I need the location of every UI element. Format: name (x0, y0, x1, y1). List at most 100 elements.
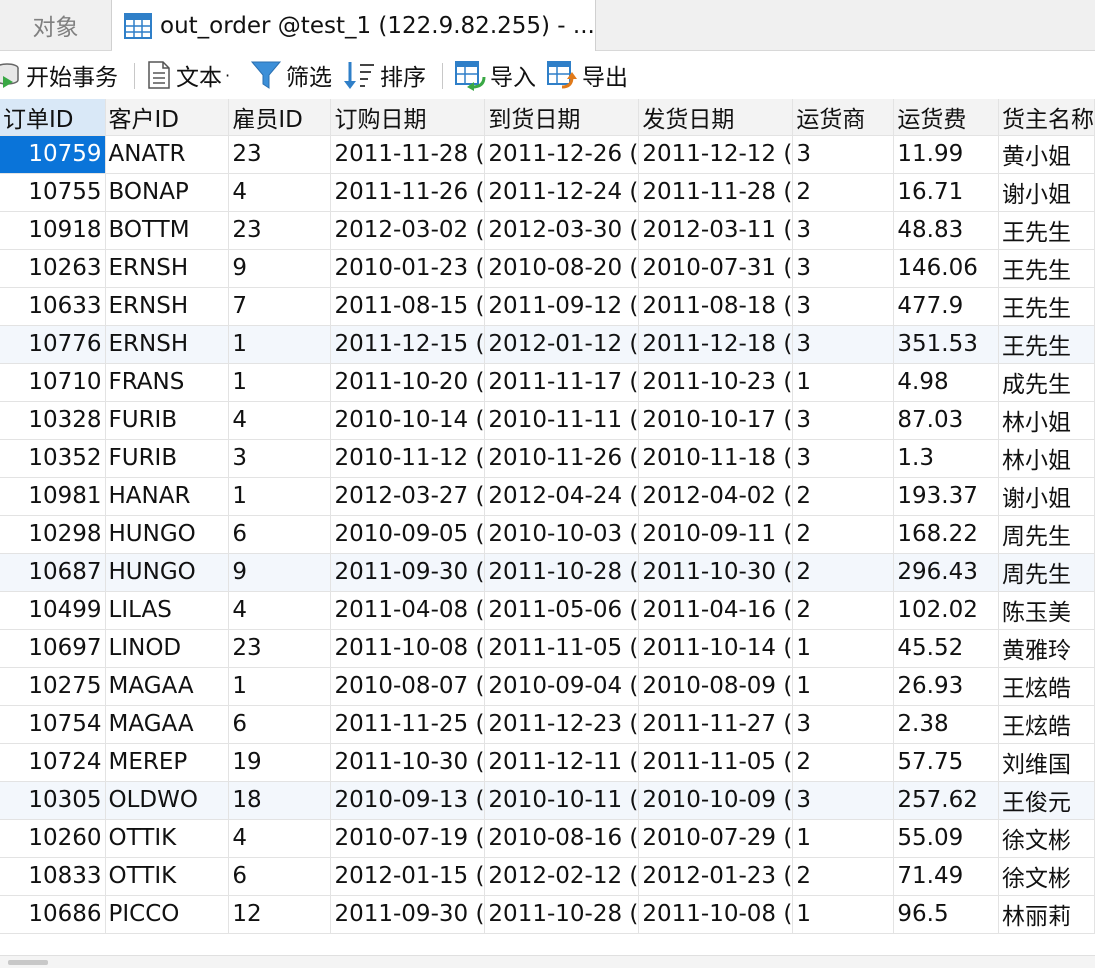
table-row[interactable]: 10759 ANATR 23 2011-11-28 (2011-12-26 (2011… (0, 135, 1095, 174)
table-row[interactable]: 10305 OLDWO 18 2010-09-13 (2010-10-11 (2010… (0, 781, 1095, 820)
customer-id-cell[interactable]: FURIB (105, 439, 230, 478)
customer-id-cell[interactable]: ERNSH (105, 249, 230, 288)
shipped-date-cell[interactable]: 2011-10-14 ( (638, 629, 794, 668)
customer-id-cell[interactable]: MAGAA (105, 705, 230, 744)
order-id-cell[interactable]: 10298 (0, 515, 106, 554)
customer-id-cell[interactable]: BOTTM (105, 211, 230, 250)
table-row[interactable]: 10298 HUNGO 6 2010-09-05 (2010-10-03 (2010-… (0, 515, 1095, 554)
table-row[interactable]: 10499 LILAS 4 2011-04-08 (2011-05-06 (2011-… (0, 591, 1095, 630)
table-row[interactable]: 10260 OTTIK 4 2010-07-19 (2010-08-16 (2010-… (0, 819, 1095, 858)
freight-cell[interactable]: 102.02 (893, 591, 999, 630)
table-row[interactable]: 10686 PICCO 12 2011-09-30 (2011-10-28 (2011… (0, 895, 1095, 934)
required-date-cell[interactable]: 2011-12-26 ( (484, 135, 640, 174)
table-row[interactable]: 10754 MAGAA 6 2011-11-25 (2011-12-23 (2011-… (0, 705, 1095, 744)
shipped-date-cell[interactable]: 2010-07-31 ( (638, 249, 794, 288)
order-id-cell[interactable]: 10260 (0, 819, 106, 858)
required-date-cell[interactable]: 2011-11-05 ( (484, 629, 640, 668)
order-date-cell[interactable]: 2011-11-25 ( (330, 705, 486, 744)
customer-id-cell[interactable]: LILAS (105, 591, 230, 630)
column-header-employee-id[interactable]: 雇员ID (228, 99, 332, 136)
required-date-cell[interactable]: 2010-10-11 ( (484, 781, 640, 820)
order-date-cell[interactable]: 2010-09-05 ( (330, 515, 486, 554)
shipped-date-cell[interactable]: 2011-10-08 ( (638, 895, 794, 934)
ship-name-cell[interactable]: 谢小姐 (998, 477, 1095, 516)
required-date-cell[interactable]: 2011-12-11 ( (484, 743, 640, 782)
import-button[interactable]: 导入 (454, 51, 536, 99)
customer-id-cell[interactable]: ERNSH (105, 325, 230, 364)
ship-name-cell[interactable]: 周先生 (998, 515, 1095, 554)
ship-name-cell[interactable]: 林丽莉 (998, 895, 1095, 934)
freight-cell[interactable]: 26.93 (893, 667, 999, 706)
shipper-cell[interactable]: 3 (792, 401, 895, 440)
order-id-cell[interactable]: 10328 (0, 401, 106, 440)
shipped-date-cell[interactable]: 2010-08-09 ( (638, 667, 794, 706)
shipper-cell[interactable]: 3 (792, 211, 895, 250)
order-id-cell[interactable]: 10352 (0, 439, 106, 478)
freight-cell[interactable]: 2.38 (893, 705, 999, 744)
customer-id-cell[interactable]: OTTIK (105, 819, 230, 858)
column-header-ship-name[interactable]: 货主名称 (998, 99, 1095, 136)
freight-cell[interactable]: 4.98 (893, 363, 999, 402)
order-date-cell[interactable]: 2011-11-28 ( (330, 135, 486, 174)
required-date-cell[interactable]: 2010-08-20 ( (484, 249, 640, 288)
required-date-cell[interactable]: 2011-10-28 ( (484, 895, 640, 934)
required-date-cell[interactable]: 2011-12-23 ( (484, 705, 640, 744)
customer-id-cell[interactable]: FRANS (105, 363, 230, 402)
employee-id-cell[interactable]: 23 (228, 211, 332, 250)
shipper-cell[interactable]: 2 (792, 515, 895, 554)
shipped-date-cell[interactable]: 2010-10-09 ( (638, 781, 794, 820)
required-date-cell[interactable]: 2012-04-24 ( (484, 477, 640, 516)
employee-id-cell[interactable]: 12 (228, 895, 332, 934)
required-date-cell[interactable]: 2010-09-04 ( (484, 667, 640, 706)
employee-id-cell[interactable]: 1 (228, 477, 332, 516)
order-date-cell[interactable]: 2011-12-15 ( (330, 325, 486, 364)
shipper-cell[interactable]: 2 (792, 591, 895, 630)
employee-id-cell[interactable]: 4 (228, 401, 332, 440)
order-id-cell[interactable]: 10759 (0, 135, 106, 174)
freight-cell[interactable]: 257.62 (893, 781, 999, 820)
freight-cell[interactable]: 96.5 (893, 895, 999, 934)
freight-cell[interactable]: 48.83 (893, 211, 999, 250)
shipper-cell[interactable]: 2 (792, 857, 895, 896)
shipped-date-cell[interactable]: 2010-09-11 ( (638, 515, 794, 554)
table-row[interactable]: 10275 MAGAA 1 2010-08-07 (2010-09-04 (2010-… (0, 667, 1095, 706)
order-date-cell[interactable]: 2010-11-12 ( (330, 439, 486, 478)
freight-cell[interactable]: 16.71 (893, 173, 999, 212)
order-date-cell[interactable]: 2011-10-20 ( (330, 363, 486, 402)
shipper-cell[interactable]: 3 (792, 135, 895, 174)
shipped-date-cell[interactable]: 2011-10-30 ( (638, 553, 794, 592)
order-date-cell[interactable]: 2012-03-27 ( (330, 477, 486, 516)
employee-id-cell[interactable]: 19 (228, 743, 332, 782)
shipped-date-cell[interactable]: 2012-01-23 ( (638, 857, 794, 896)
order-id-cell[interactable]: 10981 (0, 477, 106, 516)
shipper-cell[interactable]: 1 (792, 667, 895, 706)
shipped-date-cell[interactable]: 2011-11-27 ( (638, 705, 794, 744)
required-date-cell[interactable]: 2010-10-03 ( (484, 515, 640, 554)
order-date-cell[interactable]: 2012-03-02 ( (330, 211, 486, 250)
order-date-cell[interactable]: 2010-01-23 ( (330, 249, 486, 288)
column-header-order-id[interactable]: 订单ID (0, 99, 106, 136)
ship-name-cell[interactable]: 成先生 (998, 363, 1095, 402)
table-row[interactable]: 10328 FURIB 4 2010-10-14 (2010-11-11 (2010-… (0, 401, 1095, 440)
shipper-cell[interactable]: 3 (792, 287, 895, 326)
employee-id-cell[interactable]: 23 (228, 629, 332, 668)
ship-name-cell[interactable]: 陈玉美 (998, 591, 1095, 630)
table-row[interactable]: 10263 ERNSH 9 2010-01-23 (2010-08-20 (2010-… (0, 249, 1095, 288)
order-id-cell[interactable]: 10263 (0, 249, 106, 288)
shipper-cell[interactable]: 2 (792, 477, 895, 516)
order-id-cell[interactable]: 10755 (0, 173, 106, 212)
order-date-cell[interactable]: 2010-08-07 ( (330, 667, 486, 706)
shipped-date-cell[interactable]: 2011-08-18 ( (638, 287, 794, 326)
order-date-cell[interactable]: 2011-10-30 ( (330, 743, 486, 782)
customer-id-cell[interactable]: ERNSH (105, 287, 230, 326)
order-date-cell[interactable]: 2011-10-08 ( (330, 629, 486, 668)
order-date-cell[interactable]: 2010-10-14 ( (330, 401, 486, 440)
employee-id-cell[interactable]: 6 (228, 705, 332, 744)
shipper-cell[interactable]: 1 (792, 819, 895, 858)
freight-cell[interactable]: 57.75 (893, 743, 999, 782)
order-date-cell[interactable]: 2011-11-26 ( (330, 173, 486, 212)
order-id-cell[interactable]: 10499 (0, 591, 106, 630)
customer-id-cell[interactable]: MEREP (105, 743, 230, 782)
required-date-cell[interactable]: 2012-01-12 ( (484, 325, 640, 364)
shipped-date-cell[interactable]: 2011-04-16 ( (638, 591, 794, 630)
